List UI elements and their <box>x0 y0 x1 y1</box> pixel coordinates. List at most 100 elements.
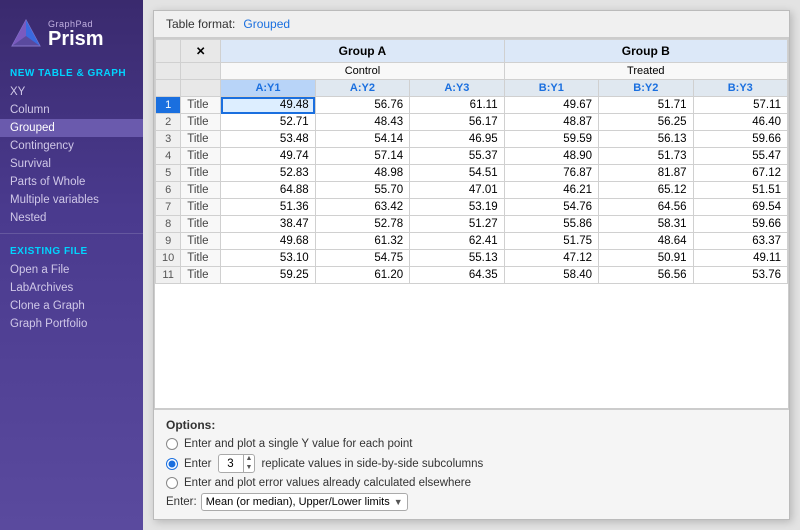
data-cell[interactable]: 76.87 <box>504 165 598 182</box>
data-cell[interactable]: 54.51 <box>410 165 504 182</box>
data-cell[interactable]: 55.13 <box>410 250 504 267</box>
data-cell[interactable]: 53.10 <box>221 250 315 267</box>
data-cell[interactable]: 59.59 <box>504 131 598 148</box>
data-cell[interactable]: 67.12 <box>693 165 787 182</box>
row-title[interactable]: Title <box>181 131 221 148</box>
row-title[interactable]: Title <box>181 114 221 131</box>
radio-replicate[interactable] <box>166 458 178 470</box>
data-cell[interactable]: 57.14 <box>315 148 409 165</box>
row-title[interactable]: Title <box>181 250 221 267</box>
data-cell[interactable]: 57.11 <box>693 97 787 114</box>
col-header-by1[interactable]: B:Y1 <box>504 80 598 97</box>
radio-single-y[interactable] <box>166 438 178 450</box>
data-cell[interactable]: 38.47 <box>221 216 315 233</box>
data-cell[interactable]: 53.76 <box>693 267 787 284</box>
data-cell[interactable]: 49.11 <box>693 250 787 267</box>
data-cell[interactable]: 48.87 <box>504 114 598 131</box>
data-cell[interactable]: 54.76 <box>504 199 598 216</box>
data-cell[interactable]: 52.83 <box>221 165 315 182</box>
enter-select[interactable]: Mean (or median), Upper/Lower limits ▼ <box>201 493 408 511</box>
row-title[interactable]: Title <box>181 182 221 199</box>
data-cell[interactable]: 61.11 <box>410 97 504 114</box>
replicate-spinner[interactable]: ▲ ▼ <box>218 454 256 473</box>
data-cell[interactable]: 59.66 <box>693 131 787 148</box>
data-cell[interactable]: 52.71 <box>221 114 315 131</box>
sidebar-item-survival[interactable]: Survival <box>0 155 143 173</box>
sidebar-item-open-file[interactable]: Open a File <box>0 261 143 279</box>
sidebar-item-contingency[interactable]: Contingency <box>0 137 143 155</box>
col-header-by2[interactable]: B:Y2 <box>599 80 693 97</box>
data-cell[interactable]: 55.70 <box>315 182 409 199</box>
data-cell[interactable]: 46.95 <box>410 131 504 148</box>
data-cell[interactable]: 62.41 <box>410 233 504 250</box>
table-format-value[interactable]: Grouped <box>243 17 290 31</box>
data-cell[interactable]: 55.47 <box>693 148 787 165</box>
data-cell[interactable]: 61.32 <box>315 233 409 250</box>
data-cell[interactable]: 54.75 <box>315 250 409 267</box>
sidebar-item-nested[interactable]: Nested <box>0 209 143 227</box>
data-cell[interactable]: 48.64 <box>599 233 693 250</box>
data-cell[interactable]: 51.27 <box>410 216 504 233</box>
col-header-ay1[interactable]: A:Y1 <box>221 80 315 97</box>
sidebar-item-grouped[interactable]: Grouped <box>0 119 143 137</box>
data-cell[interactable]: 81.87 <box>599 165 693 182</box>
data-cell[interactable]: 49.68 <box>221 233 315 250</box>
data-cell[interactable]: 51.36 <box>221 199 315 216</box>
data-cell[interactable]: 51.73 <box>599 148 693 165</box>
data-cell[interactable]: 64.88 <box>221 182 315 199</box>
data-cell[interactable]: 54.14 <box>315 131 409 148</box>
row-title[interactable]: Title <box>181 233 221 250</box>
data-cell[interactable]: 64.56 <box>599 199 693 216</box>
radio-error-values[interactable] <box>166 477 178 489</box>
sidebar-item-parts-of-whole[interactable]: Parts of Whole <box>0 173 143 191</box>
sidebar-item-labarchives[interactable]: LabArchives <box>0 279 143 297</box>
data-cell[interactable]: 69.54 <box>693 199 787 216</box>
data-cell[interactable]: 50.91 <box>599 250 693 267</box>
data-cell[interactable]: 61.20 <box>315 267 409 284</box>
data-cell[interactable]: 52.78 <box>315 216 409 233</box>
data-cell[interactable]: 63.42 <box>315 199 409 216</box>
replicate-input[interactable] <box>219 457 243 471</box>
data-cell[interactable]: 65.12 <box>599 182 693 199</box>
data-cell[interactable]: 51.51 <box>693 182 787 199</box>
data-cell[interactable]: 48.98 <box>315 165 409 182</box>
data-cell[interactable]: 49.67 <box>504 97 598 114</box>
row-title[interactable]: Title <box>181 97 221 114</box>
data-cell[interactable]: 48.90 <box>504 148 598 165</box>
data-table-container[interactable]: ✕ Group A Group B Control Treated A:Y1 <box>154 38 789 409</box>
data-cell[interactable]: 53.48 <box>221 131 315 148</box>
data-cell[interactable]: 55.37 <box>410 148 504 165</box>
data-cell[interactable]: 51.75 <box>504 233 598 250</box>
row-title[interactable]: Title <box>181 216 221 233</box>
data-cell[interactable]: 53.19 <box>410 199 504 216</box>
data-cell[interactable]: 56.13 <box>599 131 693 148</box>
data-cell[interactable]: 56.17 <box>410 114 504 131</box>
data-cell[interactable]: 56.25 <box>599 114 693 131</box>
spinner-down[interactable]: ▼ <box>244 464 255 472</box>
row-title[interactable]: Title <box>181 199 221 216</box>
sidebar-item-xy[interactable]: XY <box>0 83 143 101</box>
data-cell[interactable]: 56.56 <box>599 267 693 284</box>
data-cell[interactable]: 46.40 <box>693 114 787 131</box>
col-header-by3[interactable]: B:Y3 <box>693 80 787 97</box>
sidebar-item-clone-graph[interactable]: Clone a Graph <box>0 297 143 315</box>
data-cell[interactable]: 51.71 <box>599 97 693 114</box>
col-header-ay2[interactable]: A:Y2 <box>315 80 409 97</box>
sidebar-item-multiple-variables[interactable]: Multiple variables <box>0 191 143 209</box>
sidebar-item-graph-portfolio[interactable]: Graph Portfolio <box>0 315 143 333</box>
col-header-ay3[interactable]: A:Y3 <box>410 80 504 97</box>
data-cell[interactable]: 55.86 <box>504 216 598 233</box>
data-cell[interactable]: 47.12 <box>504 250 598 267</box>
sidebar-item-column[interactable]: Column <box>0 101 143 119</box>
row-title[interactable]: Title <box>181 267 221 284</box>
data-cell[interactable]: 56.76 <box>315 97 409 114</box>
data-cell[interactable]: 59.66 <box>693 216 787 233</box>
data-cell[interactable]: 63.37 <box>693 233 787 250</box>
spinner-up[interactable]: ▲ <box>244 455 255 463</box>
data-cell[interactable]: 48.43 <box>315 114 409 131</box>
data-cell[interactable]: 47.01 <box>410 182 504 199</box>
data-cell[interactable]: 59.25 <box>221 267 315 284</box>
clear-icon-cell[interactable]: ✕ <box>181 40 221 63</box>
row-title[interactable]: Title <box>181 148 221 165</box>
data-cell[interactable]: 46.21 <box>504 182 598 199</box>
